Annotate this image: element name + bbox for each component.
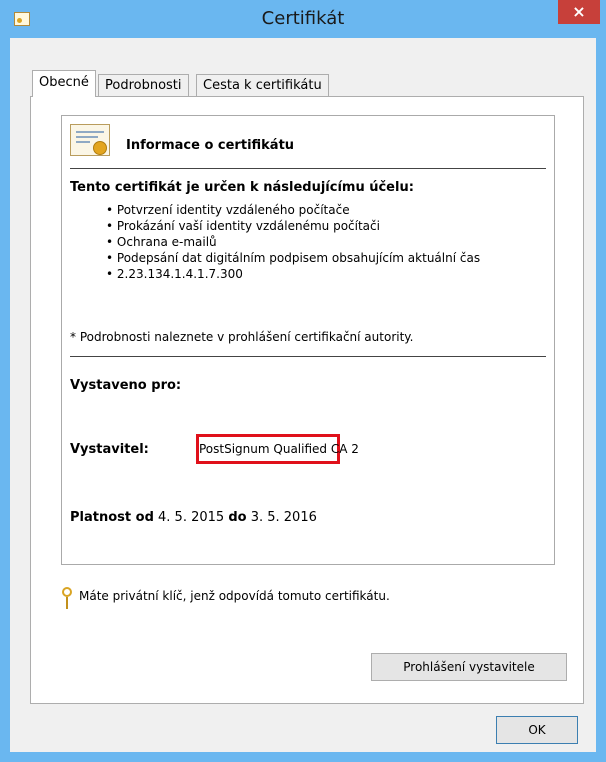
dialog-body: Obecné Podrobnosti Cesta k certifikátu I…	[10, 38, 596, 752]
purpose-title: Tento certifikát je určen k následujícím…	[70, 180, 414, 195]
certificate-info-box: Informace o certifikátu Tento certifikát…	[61, 115, 555, 565]
certificate-icon	[70, 124, 110, 156]
list-item: Ochrana e-mailů	[106, 234, 480, 250]
validity-period: Platnost od 4. 5. 2015 do 3. 5. 2016	[70, 510, 317, 525]
key-icon	[61, 587, 73, 611]
issuer-statement-button[interactable]: Prohlášení vystavitele	[371, 653, 567, 681]
validity-from-label: Platnost od	[70, 510, 154, 525]
tab-general[interactable]: Obecné	[32, 70, 96, 97]
divider	[70, 356, 546, 357]
tab-certification-path[interactable]: Cesta k certifikátu	[196, 74, 329, 96]
authority-note: * Podrobnosti naleznete v prohlášení cer…	[70, 330, 414, 344]
list-item: Podepsání dat digitálním podpisem obsahu…	[106, 250, 480, 266]
issuer-value: PostSignum Qualified CA 2	[196, 434, 359, 464]
certificate-dialog: Certifikát × Obecné Podrobnosti Cesta k …	[0, 0, 606, 762]
list-item: 2.23.134.1.4.1.7.300	[106, 266, 480, 282]
list-item: Prokázání vaší identity vzdálenému počít…	[106, 218, 480, 234]
info-heading: Informace o certifikátu	[126, 138, 295, 153]
title-bar[interactable]: Certifikát ×	[0, 0, 606, 38]
tab-details[interactable]: Podrobnosti	[98, 74, 189, 96]
ok-button[interactable]: OK	[496, 716, 578, 744]
validity-to: 3. 5. 2016	[250, 510, 317, 525]
general-tab-panel: Informace o certifikátu Tento certifikát…	[30, 96, 584, 704]
validity-from: 4. 5. 2015	[158, 510, 225, 525]
window-title: Certifikát	[261, 8, 345, 29]
private-key-message: Máte privátní klíč, jenž odpovídá tomuto…	[79, 589, 390, 603]
close-button[interactable]: ×	[558, 0, 600, 24]
list-item: Potvrzení identity vzdáleného počítače	[106, 202, 480, 218]
issuer-label: Vystavitel:	[70, 442, 149, 457]
close-icon: ×	[572, 2, 586, 21]
issued-to-label: Vystaveno pro:	[70, 378, 182, 393]
divider	[70, 168, 546, 169]
validity-to-label: do	[228, 510, 247, 525]
purpose-list: Potvrzení identity vzdáleného počítače P…	[106, 202, 480, 282]
